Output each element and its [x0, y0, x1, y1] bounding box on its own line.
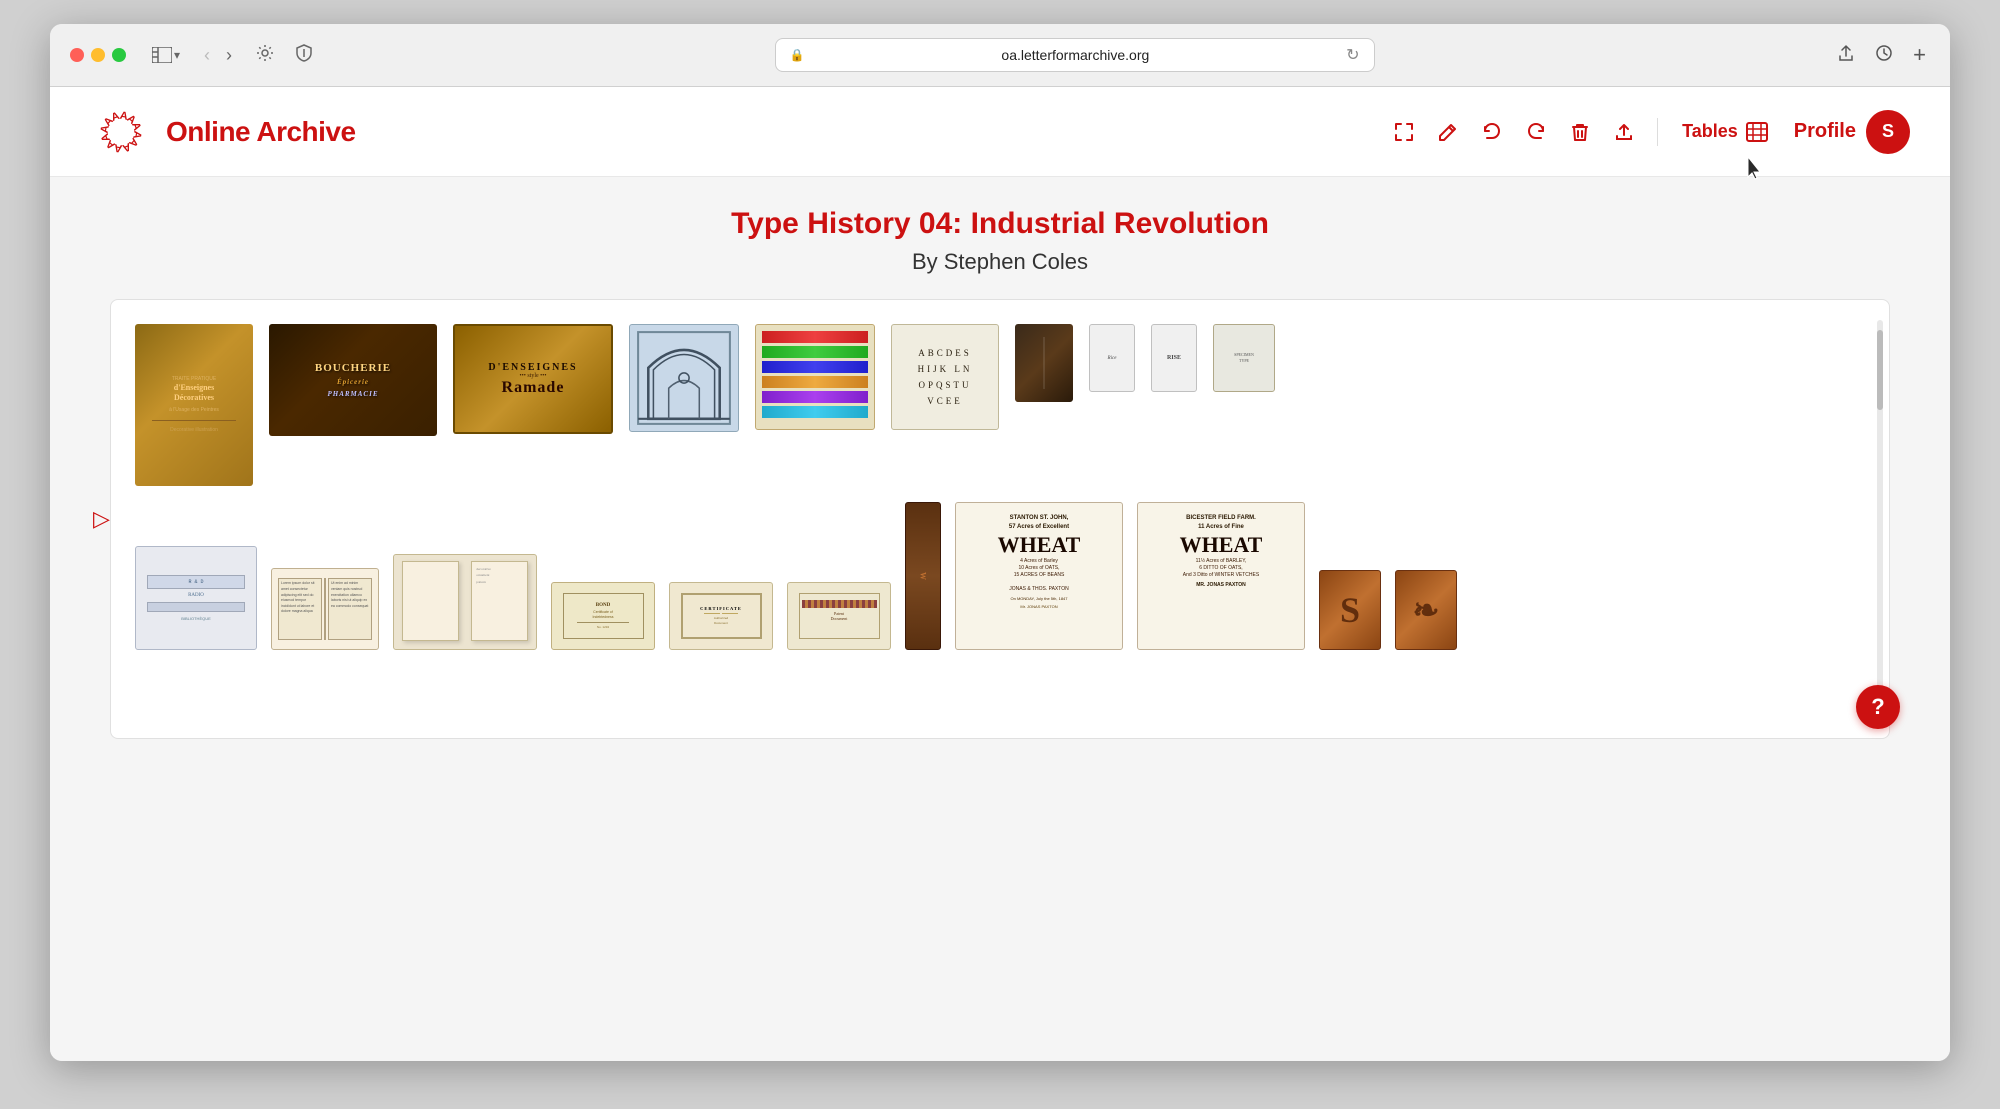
header-tools: Tables Profile S: [1385, 110, 1910, 154]
nav-buttons: ‹ ›: [198, 41, 238, 70]
close-button[interactable]: [70, 48, 84, 62]
gallery-item[interactable]: BOND Certificate ofIndebtedness No. 1234: [551, 582, 655, 650]
browser-toolbar: ▾ ‹ › 🔒 oa.letterformarchive.org ↻: [50, 24, 1950, 87]
reload-button[interactable]: ↻: [1346, 45, 1359, 65]
gallery-item[interactable]: RISE: [1151, 324, 1197, 392]
minimize-button[interactable]: [91, 48, 105, 62]
url-text: oa.letterformarchive.org: [813, 47, 1339, 63]
gallery-item[interactable]: SPECIMENTYPE: [1213, 324, 1275, 392]
page-content: A A A A A A A A A A A A Online Archive: [50, 87, 1950, 1061]
gallery-item[interactable]: TRAITE PRATIQUE d'EnseignesDécoratives à…: [135, 324, 253, 486]
sidebar-toggle-btn[interactable]: ▾: [152, 47, 180, 63]
gallery-item[interactable]: BICESTER FIELD FARM.11 Acres of Fine WHE…: [1137, 502, 1305, 650]
gallery-row-2: R & D RADIO BIBLIOTHÈQUE Lorem ipsum dol…: [135, 502, 1865, 650]
main-area: Type History 04: Industrial Revolution B…: [50, 177, 1950, 759]
back-button[interactable]: ‹: [198, 41, 216, 70]
gallery-item[interactable]: [629, 324, 739, 432]
gallery-item[interactable]: Rice: [1089, 324, 1135, 392]
gallery-item[interactable]: PatentDocument: [787, 582, 891, 650]
gallery-item[interactable]: [1015, 324, 1073, 402]
shield-icon[interactable]: [292, 40, 316, 71]
profile-area[interactable]: Profile S: [1794, 110, 1910, 154]
gallery-item[interactable]: D'ENSEIGNES ••• style ••• Ramade: [453, 324, 613, 434]
delete-button[interactable]: [1561, 113, 1599, 151]
traffic-lights: [70, 48, 126, 62]
gallery-item[interactable]: decorativeornamentpattern: [393, 554, 537, 650]
scrollbar-thumb: [1877, 330, 1883, 410]
gallery-item[interactable]: ❧: [1395, 570, 1457, 650]
gallery-scrollbar[interactable]: [1877, 320, 1883, 718]
gallery-item[interactable]: [755, 324, 875, 430]
gallery-item[interactable]: R & D RADIO BIBLIOTHÈQUE: [135, 546, 257, 650]
logo-icon: A A A A A A A A A A A A: [90, 101, 152, 163]
collection-author: By Stephen Coles: [110, 249, 1890, 275]
share-button[interactable]: [1833, 40, 1859, 71]
browser-window: ▾ ‹ › 🔒 oa.letterformarchive.org ↻: [50, 24, 1950, 1061]
tables-button[interactable]: Tables: [1672, 113, 1778, 150]
gallery-container: ▷ TRAITE PRATIQUE d'EnseignesDécoratives…: [110, 299, 1890, 739]
settings-icon[interactable]: [252, 40, 278, 71]
gallery-item[interactable]: BOUCHERIE Épicerie PHARMACIE: [269, 324, 437, 436]
gallery-item[interactable]: W: [905, 502, 941, 650]
toolbar-right: +: [1833, 38, 1930, 72]
logo-text: Online Archive: [166, 116, 356, 148]
gallery-item[interactable]: CERTIFICATE AuthorizedDocument: [669, 582, 773, 650]
history-button[interactable]: [1871, 40, 1897, 71]
profile-label: Profile: [1794, 120, 1856, 143]
maximize-button[interactable]: [112, 48, 126, 62]
edit-button[interactable]: [1429, 113, 1467, 151]
redo-button[interactable]: [1517, 113, 1555, 151]
address-bar[interactable]: 🔒 oa.letterformarchive.org ↻: [775, 38, 1375, 72]
fullscreen-button[interactable]: [1385, 113, 1423, 151]
upload-button[interactable]: [1605, 113, 1643, 151]
gallery-item[interactable]: ABCDES HIJK LN OPQSTU VCEE: [891, 324, 999, 430]
gallery-item[interactable]: S: [1319, 570, 1381, 650]
gallery-item[interactable]: Lorem ipsum dolor sit amet consectetur a…: [271, 568, 379, 650]
tables-label: Tables: [1682, 121, 1738, 142]
address-bar-wrap: 🔒 oa.letterformarchive.org ↻: [330, 38, 1819, 72]
logo-area: A A A A A A A A A A A A Online Archive: [90, 101, 356, 163]
help-label: ?: [1871, 694, 1884, 720]
app-header: A A A A A A A A A A A A Online Archive: [50, 87, 1950, 177]
profile-avatar: S: [1866, 110, 1910, 154]
help-button[interactable]: ?: [1856, 685, 1900, 729]
new-tab-button[interactable]: +: [1909, 38, 1930, 72]
gallery-play-button[interactable]: ▷: [93, 506, 110, 532]
gallery-item[interactable]: STANTON ST. JOHN,57 Acres of Excellent W…: [955, 502, 1123, 650]
lock-icon: 🔒: [790, 48, 805, 62]
gallery-row-1: TRAITE PRATIQUE d'EnseignesDécoratives à…: [135, 324, 1865, 486]
collection-title: Type History 04: Industrial Revolution: [110, 207, 1890, 241]
tool-separator: [1657, 118, 1658, 146]
forward-button[interactable]: ›: [220, 41, 238, 70]
undo-button[interactable]: [1473, 113, 1511, 151]
